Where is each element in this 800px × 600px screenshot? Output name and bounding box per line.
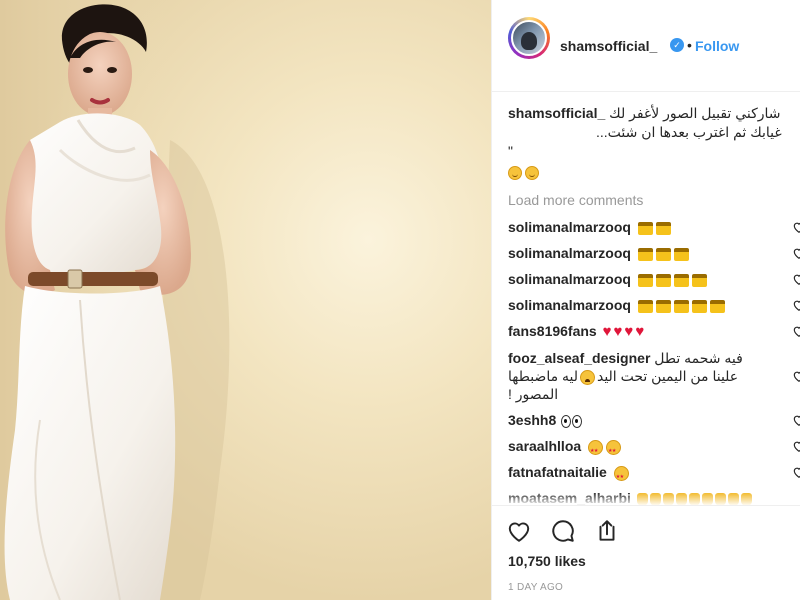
caption-text-3: " (508, 143, 513, 159)
banknote-emoji (637, 299, 653, 313)
banknote-emoji (637, 247, 653, 261)
red-heart-emoji: ♥ (602, 323, 612, 340)
smiling-face-icon (508, 166, 522, 181)
banknote-emoji (655, 299, 671, 313)
comment-item: solimanalmarzooq (508, 270, 800, 288)
star-struck-emoji (613, 465, 629, 486)
comment-text: علينا من اليمين تحت اليد (596, 368, 739, 384)
caption-emoji-line (508, 163, 798, 182)
banknote-emoji (673, 299, 689, 313)
comment-username[interactable]: 3eshh8 (508, 412, 556, 428)
smiling-face-icon (525, 166, 539, 181)
comments-list: solimanalmarzooq solimanalmarzooq solima… (508, 218, 800, 515)
comment-text: ! المصور (508, 386, 559, 402)
comment-username[interactable]: solimanalmarzooq (508, 219, 631, 235)
comment-item: fatnafatnaitalie (508, 463, 800, 486)
caption-line-2: غيابك ثم اغترب بعدها ان شئت... (508, 123, 798, 142)
post-timestamp[interactable]: 1 DAY AGO (508, 582, 563, 593)
banknote-emoji (655, 247, 671, 261)
comment-item: solimanalmarzooq (508, 244, 800, 262)
comment-item: fans8196fans ♥ ♥ ♥ ♥ (508, 322, 800, 341)
comment-username[interactable]: solimanalmarzooq (508, 245, 631, 261)
star-struck-emoji (588, 439, 604, 460)
caption-username[interactable]: shamsofficial_ (508, 105, 605, 121)
comment-text: ليه ماضبطها (508, 368, 578, 384)
comment-username[interactable]: solimanalmarzooq (508, 297, 631, 313)
like-comment-heart-icon[interactable] (792, 369, 800, 383)
comment-item: fooz_alseaf_designer فيه شحمه تطل علينا … (508, 349, 800, 403)
comment-item: 3eshh8 (508, 411, 800, 429)
comment-username[interactable]: fooz_alseaf_designer (508, 350, 650, 366)
banknote-emoji (637, 273, 653, 287)
comment-item: saraalhlloa (508, 437, 800, 460)
caption-text-1: شاركني تقبيل الصور لأغفر لك (609, 105, 781, 121)
comment-username[interactable]: fatnafatnaitalie (508, 464, 607, 480)
story-ring[interactable] (508, 17, 550, 59)
banknote-emoji (637, 221, 653, 235)
red-heart-emoji: ♥ (613, 323, 623, 340)
like-comment-heart-icon[interactable] (792, 298, 800, 312)
post-caption: shamsofficial_ شاركني تقبيل الصور لأغفر … (508, 104, 798, 182)
banknote-emoji (655, 273, 671, 287)
avatar[interactable] (511, 20, 547, 56)
banknote-emoji (673, 273, 689, 287)
caption-text-2: غيابك ثم اغترب بعدها ان شئت... (596, 124, 782, 140)
banknote-emoji (655, 221, 671, 235)
comment-icon[interactable] (550, 518, 576, 544)
load-more-comments-link[interactable]: Load more comments (508, 192, 643, 208)
banknote-emoji (691, 299, 707, 313)
like-comment-heart-icon[interactable] (792, 220, 800, 234)
banknote-emoji (709, 299, 725, 313)
like-comment-heart-icon[interactable] (792, 439, 800, 453)
caption-line-1: shamsofficial_ شاركني تقبيل الصور لأغفر … (508, 104, 798, 123)
comment-text: فيه شحمه تطل (654, 350, 743, 366)
comments-fade (492, 492, 800, 506)
comment-username[interactable]: solimanalmarzooq (508, 271, 631, 287)
comment-item: solimanalmarzooq (508, 296, 800, 314)
post-side-panel: shamsofficial_ ✓ • Follow shamsofficial_… (492, 0, 800, 600)
post-photo[interactable] (0, 0, 491, 600)
banknote-emoji (691, 273, 707, 287)
like-comment-heart-icon[interactable] (792, 465, 800, 479)
like-comment-heart-icon[interactable] (792, 324, 800, 338)
caption-line-3: " (508, 142, 798, 161)
star-struck-emoji (606, 439, 622, 460)
likes-count[interactable]: 10,750 likes (508, 553, 586, 569)
verified-badge-icon: ✓ (670, 38, 684, 52)
post-actions-bar: 10,750 likes 1 DAY AGO (492, 505, 800, 600)
eyes-emoji (560, 412, 583, 428)
red-heart-emoji: ♥ (635, 323, 645, 340)
header-separator: • (687, 37, 692, 53)
share-icon[interactable] (594, 518, 620, 544)
comment-username[interactable]: saraalhlloa (508, 438, 581, 454)
woman-in-white-outfit-image (0, 0, 491, 600)
like-comment-heart-icon[interactable] (792, 246, 800, 260)
red-heart-emoji: ♥ (624, 323, 634, 340)
post-header: shamsofficial_ ✓ • Follow (492, 0, 800, 92)
comment-item: solimanalmarzooq (508, 218, 800, 236)
banknote-emoji (673, 247, 689, 261)
like-comment-heart-icon[interactable] (792, 413, 800, 427)
header-username[interactable]: shamsofficial_ (560, 38, 657, 54)
comment-username[interactable]: fans8196fans (508, 323, 597, 339)
heart-icon[interactable] (506, 518, 532, 544)
like-comment-heart-icon[interactable] (792, 272, 800, 286)
follow-button[interactable]: Follow (695, 38, 739, 54)
weary-face-emoji (579, 369, 595, 385)
